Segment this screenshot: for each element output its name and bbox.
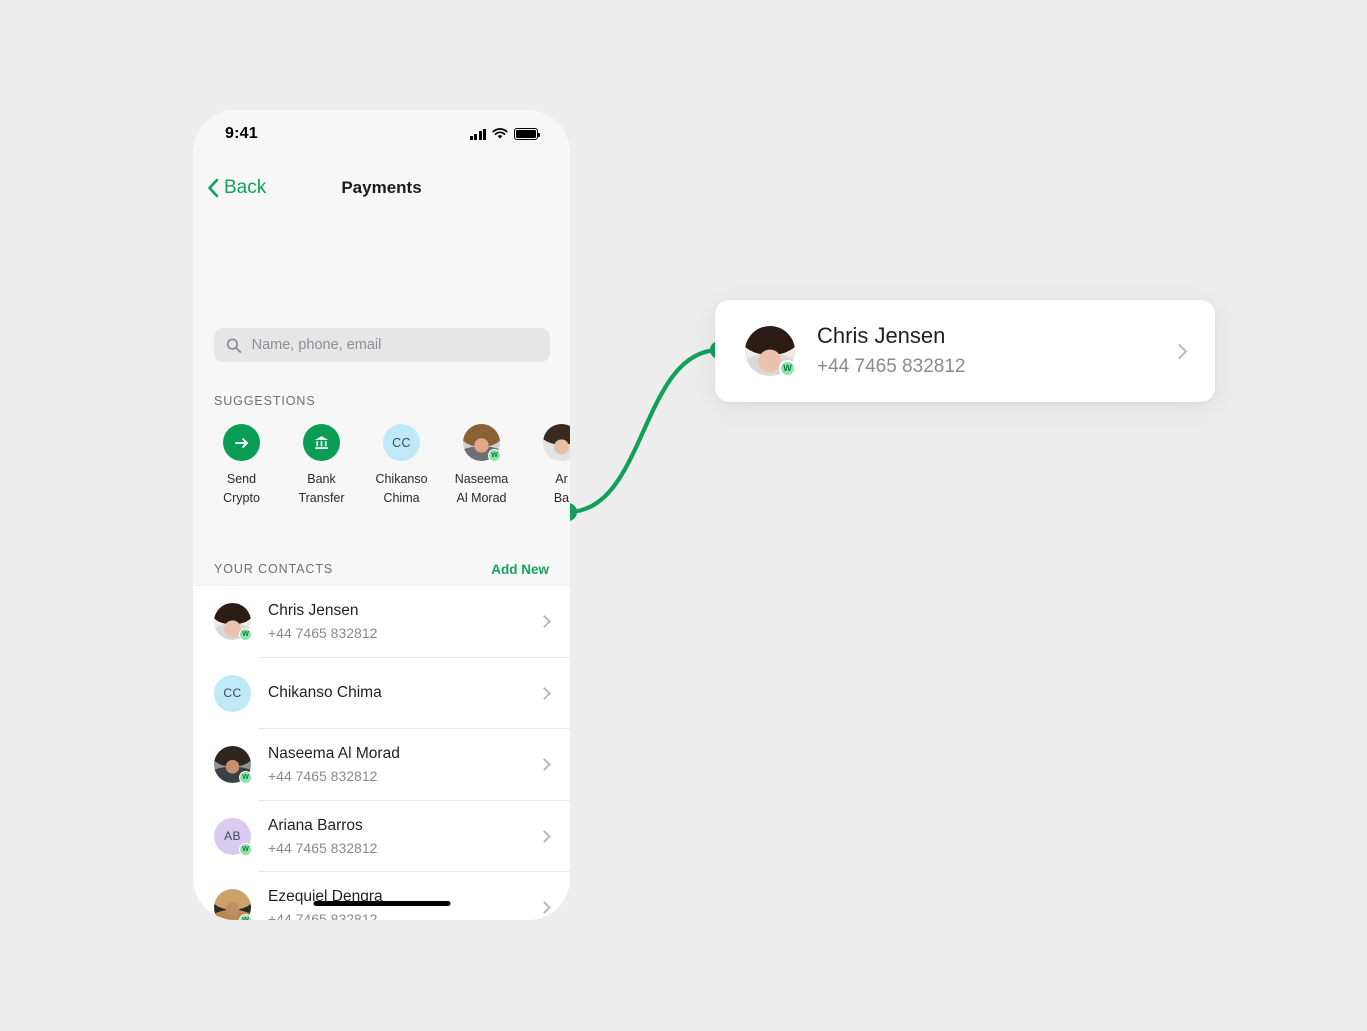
contact-name: Ariana Barros (268, 816, 363, 834)
back-button-label: Back (224, 177, 267, 198)
back-button[interactable]: Back (207, 177, 266, 199)
callout-avatar: W (745, 326, 796, 377)
avatar: W (214, 746, 252, 785)
search-bar[interactable] (214, 328, 550, 362)
contact-text: Chikanso Chima (268, 683, 540, 704)
chevron-left-icon (208, 178, 219, 198)
send-crypto-avatar (223, 424, 260, 461)
arrow-right-icon (234, 437, 248, 448)
chevron-right-icon (538, 758, 551, 772)
suggestions-label: SUGGESTIONS (214, 394, 316, 408)
chevron-right-icon (538, 686, 551, 700)
bank-icon (314, 436, 329, 450)
suggestion-label: Ar Ba (553, 472, 570, 506)
callout-text: Chris Jensen +44 7465 832812 (817, 322, 1174, 379)
nav-bar: Back Payments (193, 166, 570, 210)
callout-phone: +44 7465 832812 (817, 355, 966, 377)
home-indicator[interactable] (313, 901, 450, 906)
status-bar: 9:41 (193, 110, 570, 158)
add-new-button[interactable]: Add New (491, 562, 549, 577)
suggestion-label: Send Crypto (223, 472, 260, 506)
contact-text: Chris Jensen +44 7465 832812 (268, 601, 540, 642)
contacts-header: YOUR CONTACTS Add New (193, 553, 570, 585)
suggestion-bank-transfer[interactable]: Bank Transfer (294, 424, 349, 509)
suggestion-label: Bank Transfer (298, 472, 345, 506)
chikanso-chima-avatar: CC (383, 424, 420, 461)
chevron-right-icon (538, 615, 551, 629)
page-title: Payments (341, 178, 422, 197)
contact-row-naseema-al-morad[interactable]: W Naseema Al Morad +44 7465 832812 (193, 729, 570, 801)
stage: 9:41 Back Payments Name, phone, email SU… (0, 0, 1367, 1031)
contact-name: Chris Jensen (268, 602, 359, 620)
chevron-right-icon (538, 901, 551, 915)
contacts-label: YOUR CONTACTS (214, 562, 334, 576)
suggestion-ariana-barros[interactable]: Ar Ba (534, 424, 570, 509)
contact-row-ezequiel-dengra[interactable]: W Ezequiel Dengra +44 7465 832812 (193, 872, 570, 920)
avatar-initials: CC (392, 435, 411, 450)
verified-wallet-badge-icon: W (239, 914, 252, 920)
avatar-initials: CC (223, 686, 242, 701)
avatar: W (214, 603, 252, 642)
verified-wallet-badge-icon: W (779, 360, 796, 377)
contact-list: W Chris Jensen +44 7465 832812 CC Chikan… (193, 585, 570, 920)
contact-name: Naseema Al Morad (268, 745, 400, 763)
verified-wallet-badge-icon: W (239, 842, 252, 856)
contact-row-ariana-barros[interactable]: AB W Ariana Barros +44 7465 832812 (193, 801, 570, 873)
status-bar-clock: 9:41 (225, 125, 258, 142)
suggestions-row[interactable]: Send Crypto Bank Transfer CC Chikanso Ch… (214, 424, 570, 509)
avatar-initials: AB (224, 829, 241, 844)
contact-phone: +44 7465 832812 (268, 911, 378, 920)
callout-card-chris-jensen[interactable]: W Chris Jensen +44 7465 832812 (715, 300, 1215, 402)
search-input[interactable] (251, 337, 538, 353)
suggestion-label: Naseema Al Morad (454, 472, 509, 506)
contact-row-chris-jensen[interactable]: W Chris Jensen +44 7465 832812 (193, 586, 570, 658)
avatar: W (214, 889, 252, 920)
suggestion-label: Chikanso Chima (375, 472, 428, 506)
status-bar-icons (469, 128, 541, 140)
contact-name: Chikanso Chima (268, 683, 382, 701)
contact-text: Naseema Al Morad +44 7465 832812 (268, 744, 540, 785)
contact-phone: +44 7465 832812 (268, 839, 378, 856)
avatar: AB W (214, 817, 252, 856)
cellular-bars-icon (469, 128, 486, 140)
verified-wallet-badge-icon: W (239, 628, 252, 642)
verified-wallet-badge-icon: W (239, 771, 252, 785)
naseema-al-morad-avatar: W (463, 424, 501, 462)
wifi-icon (492, 128, 508, 139)
verified-wallet-badge-icon: W (488, 449, 501, 462)
chevron-right-icon (1171, 343, 1188, 359)
phone-mockup: 9:41 Back Payments Name, phone, email SU… (193, 110, 570, 920)
suggestion-naseema-al-morad[interactable]: W Naseema Al Morad (454, 424, 509, 509)
ariana-barros-avatar (543, 424, 570, 461)
chevron-right-icon (538, 829, 551, 843)
contact-text: Ariana Barros +44 7465 832812 (268, 816, 540, 857)
battery-full-icon (514, 128, 541, 140)
bank-transfer-avatar (303, 424, 340, 461)
search-icon (226, 337, 242, 353)
callout-name: Chris Jensen (817, 323, 946, 349)
suggestion-send-crypto[interactable]: Send Crypto (214, 424, 269, 509)
contact-phone: +44 7465 832812 (268, 625, 378, 642)
avatar: CC (214, 674, 251, 712)
suggestion-chikanso-chima[interactable]: CC Chikanso Chima (374, 424, 429, 509)
contact-row-chikanso-chima[interactable]: CC Chikanso Chima (193, 658, 570, 730)
contact-phone: +44 7465 832812 (268, 768, 378, 785)
